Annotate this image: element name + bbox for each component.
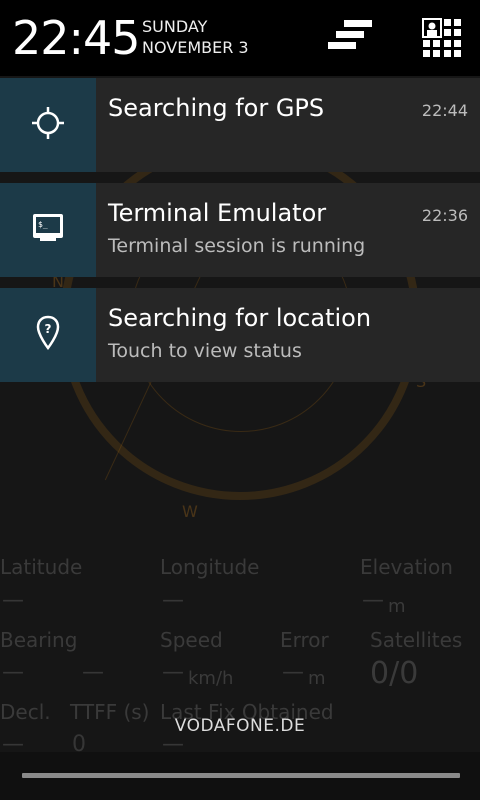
clock: 22:45 [12,11,141,65]
notification-title: Terminal Emulator [108,199,327,227]
shade-drag-handle[interactable] [22,773,460,778]
notification-title: Searching for GPS [108,94,325,122]
elevation-unit: m [388,596,406,617]
speed-label: Speed [160,628,223,652]
notification-gps[interactable]: Searching for GPS 22:44 [0,78,480,172]
svg-text:$_: $_ [38,220,48,229]
notification-location[interactable]: ? Searching for location Touch to view s… [0,288,480,382]
quick-settings-icon[interactable] [422,18,462,62]
notification-icon-tile [0,78,96,172]
notification-terminal[interactable]: $_ Terminal Emulator Terminal session is… [0,183,480,277]
gps-crosshair-icon [31,106,65,144]
elevation-value: — [362,588,384,613]
bearing-value: — [2,660,24,685]
notification-text: Touch to view status [108,340,302,362]
error-value: — [282,660,304,685]
day-label: SUNDAY [142,17,208,36]
satellites-value: 0/0 [370,656,419,691]
svg-text:?: ? [45,322,52,336]
longitude-label: Longitude [160,555,260,579]
notification-text: Terminal session is running [108,235,366,257]
terminal-icon: $_ [32,213,64,247]
notification-icon-tile: $_ [0,183,96,277]
notification-time: 22:44 [421,101,468,120]
bearing-value-2: — [82,660,104,685]
latitude-value: — [2,588,24,613]
error-unit: m [308,668,326,689]
location-question-icon: ? [36,315,60,355]
satellites-label: Satellites [370,628,463,652]
notification-title: Searching for location [108,304,372,332]
error-label: Error [280,628,329,652]
speed-unit: km/h [188,668,234,689]
notification-time: 22:36 [421,206,468,225]
compass-letter-w: W [182,502,198,521]
date-block: SUNDAY NOVEMBER 3 [142,16,249,58]
elevation-label: Elevation [360,555,453,579]
longitude-value: — [162,588,184,613]
speed-value: — [162,660,184,685]
notification-header: 22:45 SUNDAY NOVEMBER 3 [0,0,480,76]
clear-all-icon[interactable] [326,18,374,60]
latitude-label: Latitude [0,555,83,579]
notification-icon-tile: ? [0,288,96,382]
date-label: NOVEMBER 3 [142,38,249,57]
bearing-label: Bearing [0,628,78,652]
carrier-label: VODAFONE.DE [174,716,306,736]
